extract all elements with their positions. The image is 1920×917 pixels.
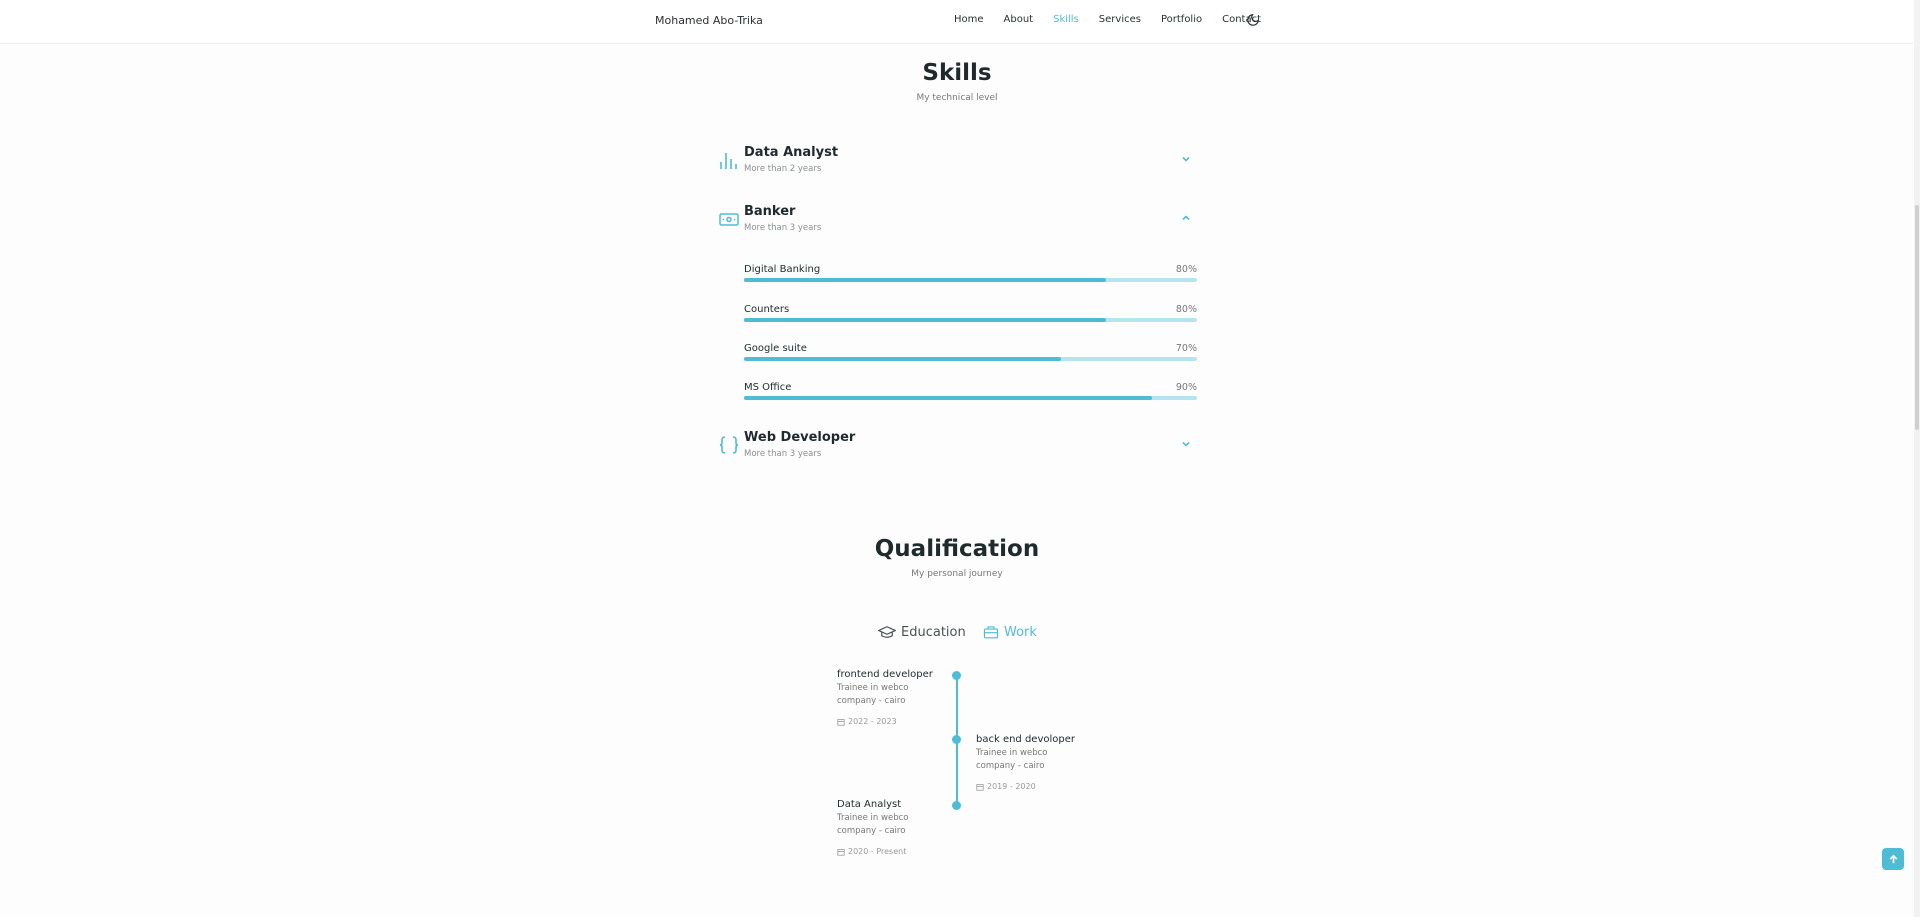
timeline-item: back end devoloper Trainee in webco comp… <box>976 734 1094 791</box>
skill-name: Digital Banking <box>744 264 821 275</box>
nav-about[interactable]: About <box>1004 14 1034 25</box>
bar-chart-icon <box>720 153 737 169</box>
timeline-title: back end devoloper <box>976 734 1076 745</box>
chevron-down-icon[interactable] <box>1180 438 1192 450</box>
timeline-subtitle-line: Trainee in webco <box>837 683 909 693</box>
timeline-item: frontend developer Trainee in webco comp… <box>837 669 955 726</box>
header: Mohamed Abo-Trika Home About Skills Serv… <box>0 0 1920 44</box>
skill-bar-ms-office: MS Office 90% <box>744 382 1197 412</box>
tab-education[interactable]: Education <box>878 624 966 640</box>
progress-fill <box>744 357 1062 361</box>
timeline-date-text: 2019 - 2020 <box>987 782 1036 791</box>
calendar-icon <box>976 783 984 791</box>
skill-bar-counters: Counters 80% <box>744 304 1197 334</box>
skill-bar-digital-banking: Digital Banking 80% <box>744 264 1197 294</box>
timeline-dot <box>952 735 961 744</box>
skill-percent: 80% <box>1175 264 1197 275</box>
progress-fill <box>744 318 1107 322</box>
timeline-subtitle: Trainee in webco company - cairo <box>837 812 955 838</box>
site-logo[interactable]: Mohamed Abo-Trika <box>655 14 763 27</box>
skills-title: Skills <box>922 60 992 86</box>
timeline-subtitle-line: Trainee in webco <box>837 813 909 823</box>
timeline-item: Data Analyst Trainee in webco company - … <box>837 799 955 856</box>
timeline-subtitle-line: Trainee in webco <box>976 748 1048 758</box>
skill-name: Google suite <box>744 343 807 354</box>
progress-track <box>744 357 1197 361</box>
timeline-subtitle-line: company - cairo <box>976 761 1045 771</box>
skill-name: Counters <box>744 304 790 315</box>
progress-fill <box>744 396 1152 400</box>
skill-category-web-developer[interactable]: Web Developer More than 3 years <box>718 430 1198 470</box>
calendar-icon <box>837 848 845 856</box>
skill-category-subtitle: More than 3 years <box>744 449 822 459</box>
graduation-cap-icon <box>878 626 896 638</box>
skill-category-title: Banker <box>744 204 796 219</box>
skill-percent: 90% <box>1175 382 1197 393</box>
timeline-date: 2019 - 2020 <box>976 782 1094 791</box>
nav-menu: Home About Skills Services Portfolio Con… <box>954 14 1281 25</box>
skill-percent: 70% <box>1175 343 1197 354</box>
timeline-subtitle-line: company - cairo <box>837 826 906 836</box>
progress-track <box>744 318 1197 322</box>
scrollbar-track[interactable] <box>1914 0 1920 917</box>
nav-home[interactable]: Home <box>954 14 984 25</box>
timeline-title: Data Analyst <box>837 799 902 810</box>
scrollbar-thumb[interactable] <box>1915 205 1919 430</box>
calendar-icon <box>837 718 845 726</box>
skill-category-subtitle: More than 2 years <box>744 164 822 174</box>
timeline-subtitle-line: company - cairo <box>837 696 906 706</box>
money-icon <box>719 213 739 226</box>
skill-category-title: Web Developer <box>744 430 856 445</box>
nav-skills[interactable]: Skills <box>1053 14 1079 25</box>
skill-percent: 80% <box>1175 304 1197 315</box>
skill-category-data-analyst[interactable]: Data Analyst More than 2 years <box>718 145 1198 185</box>
skill-name: MS Office <box>744 382 792 393</box>
nav-portfolio[interactable]: Portfolio <box>1161 14 1202 25</box>
tab-work[interactable]: Work <box>983 624 1037 640</box>
timeline-date-text: 2022 - 2023 <box>848 717 897 726</box>
timeline-date-text: 2020 - Present <box>848 847 907 856</box>
qualification-title: Qualification <box>874 536 1040 562</box>
skill-category-title: Data Analyst <box>744 145 839 160</box>
skill-category-subtitle: More than 3 years <box>744 223 822 233</box>
chevron-up-icon[interactable] <box>1180 212 1192 224</box>
arrow-up-icon <box>1889 854 1897 863</box>
progress-track <box>744 278 1197 282</box>
chevron-down-icon[interactable] <box>1180 153 1192 165</box>
skills-subtitle: My technical level <box>916 93 998 103</box>
braces-icon <box>719 436 739 454</box>
timeline-date: 2020 - Present <box>837 847 955 856</box>
progress-track <box>744 396 1197 400</box>
skill-category-banker[interactable]: Banker More than 3 years <box>718 204 1198 244</box>
progress-fill <box>744 278 1107 282</box>
skill-bar-google-suite: Google suite 70% <box>744 343 1197 373</box>
scroll-top-button[interactable] <box>1882 848 1904 870</box>
timeline-date: 2022 - 2023 <box>837 717 955 726</box>
nav-services[interactable]: Services <box>1099 14 1141 25</box>
briefcase-icon <box>983 626 999 639</box>
tab-label: Work <box>1004 624 1037 640</box>
moon-icon[interactable] <box>1246 13 1260 27</box>
timeline-subtitle: Trainee in webco company - cairo <box>976 747 1094 773</box>
tab-label: Education <box>901 624 966 640</box>
qualification-subtitle: My personal journey <box>911 569 1003 579</box>
timeline-subtitle: Trainee in webco company - cairo <box>837 682 955 708</box>
timeline-title: frontend developer <box>837 669 933 680</box>
